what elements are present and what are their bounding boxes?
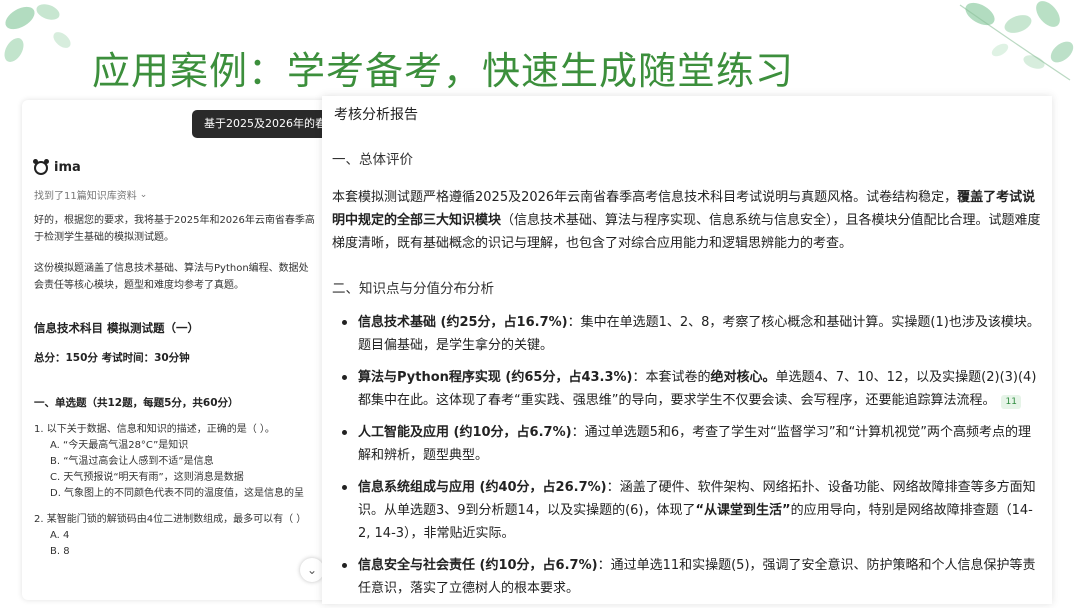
item-body: ：本套试卷的 xyxy=(632,370,711,385)
section-title: 一、单选题（共12题，每题5分，共60分） xyxy=(34,397,239,409)
question-2: 2. 某智能门锁的解锁码由4位二进制数组成，最多可以有（ ） xyxy=(34,514,307,525)
list-item: 人工智能及应用 (约10分，占6.7%)：通过单选题5和6，考查了学生对“监督学… xyxy=(332,421,1044,467)
item-emphasis: 绝对核心。 xyxy=(710,370,776,385)
section-heading-overall: 一、总体评价 xyxy=(332,152,413,168)
scroll-down-button[interactable]: ⌄ xyxy=(300,558,324,582)
chat-intro-line: 于检测学生基础的模拟测试题。 xyxy=(34,232,174,243)
q1-option: B. “气温过高会让人感到不适”是信息 xyxy=(50,456,214,467)
query-tooltip: 基于2025及2026年的春季 xyxy=(192,110,342,138)
item-head: 信息系统组成与应用 (约40分，占26.7%) xyxy=(358,480,607,495)
q1-option: C. 天气预报说“明天有雨”，这则消息是数据 xyxy=(50,472,244,483)
list-item: 信息技术基础 (约25分，占16.7%)：集中在单选题1、2、8，考察了核心概念… xyxy=(332,311,1044,357)
chat-intro-line: 这份模拟题涵盖了信息技术基础、算法与Python编程、数据处 xyxy=(34,263,309,274)
bot-name: ima xyxy=(54,160,81,175)
chevron-down-icon: ⌄ xyxy=(306,563,318,577)
report-panel: 考核分析报告 一、总体评价 本套模拟测试题严格遵循2025及2026年云南省春季… xyxy=(322,96,1052,604)
list-item: 信息安全与社会责任 (约10分，占6.7%)：通过单选11和实操题(5)，强调了… xyxy=(332,554,1044,600)
item-head: 算法与Python程序实现 (约65分，占43.3%) xyxy=(358,370,633,385)
slide-title: 应用案例：学考备考，快速生成随堂练习 xyxy=(92,49,795,93)
item-head: 信息安全与社会责任 (约10分，占6.7%) xyxy=(358,558,598,573)
chat-intro-2: 这份模拟题涵盖了信息技术基础、算法与Python编程、数据处 会责任等核心模块，… xyxy=(34,260,334,294)
bot-header: ima xyxy=(33,158,334,175)
report-title: 考核分析报告 xyxy=(334,107,418,123)
chevron-down-icon: ⌄ xyxy=(139,189,148,200)
p1-text: 本套模拟测试题严格遵循2025及2026年云南省春季高考信息技术科目考试说明与真… xyxy=(332,190,958,205)
panda-avatar-icon xyxy=(33,158,49,175)
item-head: 人工智能及应用 (约10分，占6.7%) xyxy=(358,425,572,440)
list-item: 算法与Python程序实现 (约65分，占43.3%)：本套试卷的绝对核心。单选… xyxy=(332,366,1044,412)
chat-panel: ima 找到了11篇知识库资料 ⌄ 好的，根据您的要求，我将基于2025年和20… xyxy=(22,100,340,600)
chat-intro-line: 好的，根据您的要求，我将基于2025年和2026年云南省春季高 xyxy=(34,215,315,226)
chat-intro: 好的，根据您的要求，我将基于2025年和2026年云南省春季高 于检测学生基础的… xyxy=(34,212,334,246)
section-heading-distribution: 二、知识点与分值分布分析 xyxy=(332,281,494,297)
list-item: 信息系统组成与应用 (约40分，占26.7%)：涵盖了硬件、软件架构、网络拓扑、… xyxy=(332,476,1044,545)
q1-option: A. “今天最高气温28°C”是知识 xyxy=(50,440,189,451)
distribution-list: 信息技术基础 (约25分，占16.7%)：集中在单选题1、2、8，考察了核心概念… xyxy=(332,311,1044,600)
report-body: 一、总体评价 本套模拟测试题严格遵循2025及2026年云南省春季高考信息技术科… xyxy=(332,148,1044,604)
leaf-decoration-left-icon xyxy=(4,4,71,62)
exam-meta: 总分：150分 考试时间：30分钟 xyxy=(34,352,190,364)
knowledge-sources-toggle[interactable]: 找到了11篇知识库资料 ⌄ xyxy=(34,187,334,203)
item-emphasis: “从课堂到生活” xyxy=(695,503,791,518)
reference-badge[interactable]: 11 xyxy=(1001,395,1021,409)
q2-option: A. 4 xyxy=(50,530,70,541)
q2-option: B. 8 xyxy=(50,546,70,557)
exam-title: 信息技术科目 模拟测试题（一） xyxy=(34,321,200,335)
chat-content: ima 找到了11篇知识库资料 ⌄ 好的，根据您的要求，我将基于2025年和20… xyxy=(33,158,334,560)
item-head: 信息技术基础 (约25分，占16.7%) xyxy=(358,315,568,330)
overall-paragraph: 本套模拟测试题严格遵循2025及2026年云南省春季高考信息技术科目考试说明与真… xyxy=(332,186,1044,255)
chat-intro-line: 会责任等核心模块，题型和难度均参考了真题。 xyxy=(34,280,244,291)
leaf-decoration-right-icon xyxy=(959,1,1074,81)
q1-option: D. 气象图上的不同颜色代表不同的温度值，这是信息的呈 xyxy=(50,488,305,499)
found-text: 找到了11篇知识库资料 xyxy=(34,191,137,202)
question-1: 1. 以下关于数据、信息和知识的描述，正确的是（ ）。 xyxy=(34,424,275,435)
